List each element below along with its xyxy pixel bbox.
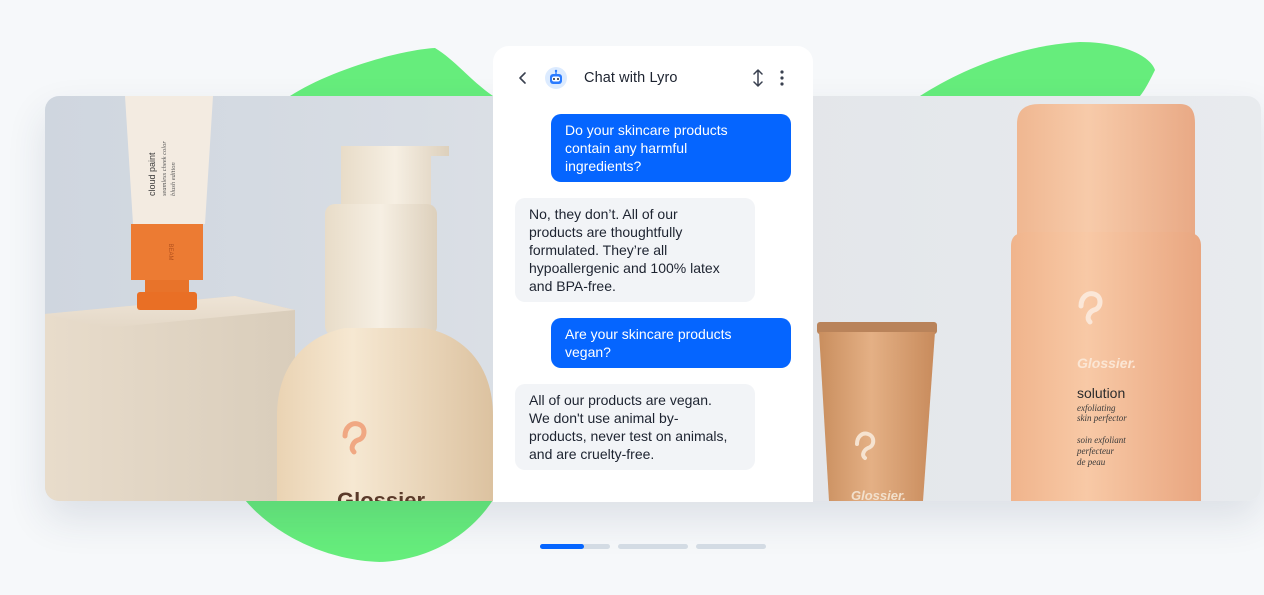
chat-header: Chat with Lyro: [493, 46, 813, 108]
small-tube: Glossier.: [817, 322, 937, 501]
tube-cap-text: BEAM: [167, 243, 173, 260]
carousel-progress-fill: [540, 544, 584, 549]
solution-fr3: de peau: [1077, 457, 1106, 467]
more-vertical-icon: [780, 70, 784, 86]
chat-widget: Chat with Lyro Do your skincare products…: [493, 46, 813, 502]
solution-brand: Glossier.: [1077, 355, 1136, 371]
carousel-dot-2[interactable]: [618, 544, 688, 549]
bot-message: No, they don’t. All of our products are …: [515, 198, 755, 302]
solution-bottle: Glossier. solution exfoliating skin perf…: [1011, 104, 1201, 501]
user-message: Do your skincare products contain any ha…: [551, 114, 791, 182]
tube-product-sub1: seamless cheek color: [161, 141, 168, 196]
resize-vertical-icon: [753, 69, 763, 87]
small-tube-brand: Glossier.: [851, 488, 906, 501]
solution-fr1: soin exfoliant: [1077, 435, 1126, 445]
carousel-dot-3[interactable]: [696, 544, 766, 549]
tube-product-name: cloud paint: [147, 152, 157, 196]
pump-bottle: Glossier.: [277, 146, 493, 501]
solution-fr2: perfecteur: [1076, 446, 1114, 456]
solution-name: solution: [1077, 385, 1125, 401]
chevron-left-icon: [519, 72, 526, 84]
pump-bottle-brand: Glossier.: [337, 488, 430, 501]
cloud-paint-tube: BEAM cloud paint seamless cheek color bl…: [125, 96, 213, 310]
resize-button[interactable]: [750, 68, 766, 88]
solution-sub1: exfoliating: [1077, 403, 1116, 413]
bot-message: All of our products are vegan. We don't …: [515, 384, 755, 470]
more-options-button[interactable]: [776, 68, 788, 88]
lyro-bot-icon: [545, 67, 567, 89]
avatar: [545, 67, 567, 89]
user-message: Are your skincare products vegan?: [551, 318, 791, 368]
tube-product-sub2: blush edition: [170, 162, 177, 196]
solution-sub2: skin perfector: [1077, 413, 1127, 423]
chat-title: Chat with Lyro: [584, 70, 678, 86]
back-button[interactable]: [513, 68, 533, 88]
carousel-dot-1[interactable]: [540, 544, 610, 549]
pedestal-box: [45, 296, 295, 501]
